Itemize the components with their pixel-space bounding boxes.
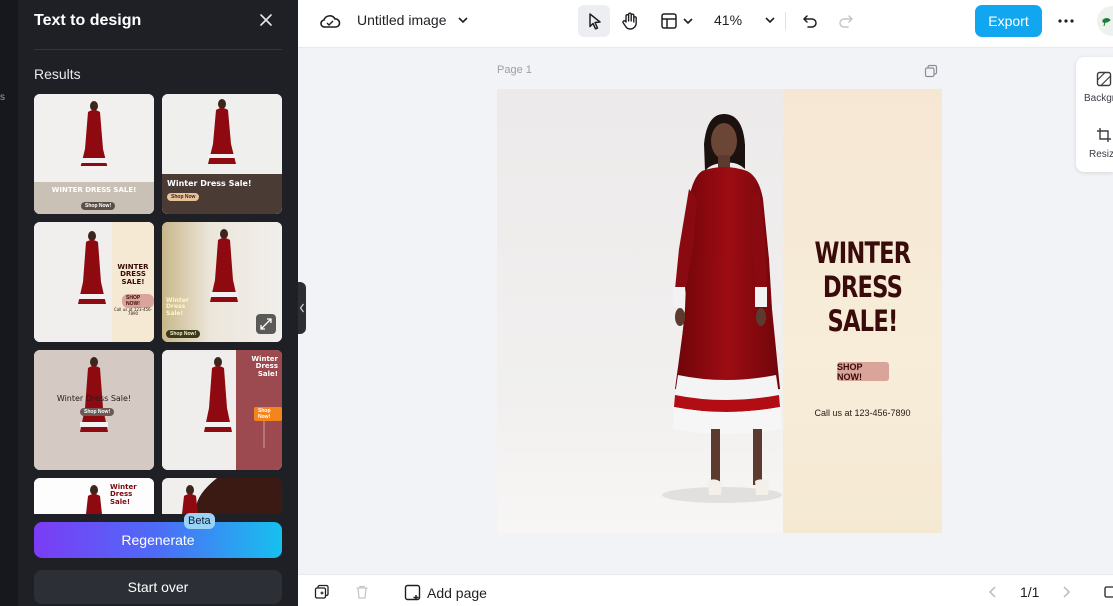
thumbnail-headline: Winter Dress Sale! bbox=[166, 297, 189, 317]
thumbnail-image bbox=[34, 94, 154, 214]
thumbnail-headline: Winter Dress Sale! bbox=[167, 179, 252, 188]
nav-label-fragment: s bbox=[0, 92, 5, 103]
zoom-menu[interactable]: 41% bbox=[714, 12, 776, 28]
thumbnail-button: Shop Now! bbox=[81, 202, 116, 210]
call-text[interactable]: Call us at 123-456-7890 bbox=[783, 408, 942, 418]
close-icon[interactable] bbox=[258, 12, 274, 28]
layout-icon bbox=[661, 13, 677, 29]
thumbnail-headline: WINTER DRESS SALE! bbox=[51, 186, 137, 194]
more-options-icon[interactable] bbox=[1057, 12, 1075, 30]
regenerate-button[interactable]: Regenerate bbox=[34, 522, 282, 558]
add-page-copy-icon[interactable] bbox=[314, 584, 330, 600]
thumbnail-button: Shop Now! bbox=[166, 330, 201, 338]
pointer-icon[interactable] bbox=[586, 12, 604, 30]
expand-icon bbox=[260, 318, 272, 330]
toolbar-divider bbox=[785, 12, 786, 30]
top-toolbar: Untitled image 41% Export bbox=[298, 0, 1113, 48]
thumbnail-headline: Winter Dress Sale! bbox=[110, 483, 137, 506]
thumbnail-image bbox=[162, 478, 282, 514]
add-page-label: Add page bbox=[427, 585, 487, 601]
page-label: Page 1 bbox=[497, 64, 532, 76]
thumbnail-headline: WINTER DRESS SALE! bbox=[117, 263, 149, 286]
page-overview-icon[interactable] bbox=[1104, 585, 1113, 599]
background-icon[interactable] bbox=[1096, 71, 1112, 87]
bottom-bar: Add page 1/1 bbox=[298, 574, 1113, 606]
redo-icon[interactable] bbox=[837, 12, 855, 30]
result-thumbnail-1[interactable]: WINTER DRESS SALE! Shop Now! bbox=[34, 94, 154, 214]
beta-badge: Beta bbox=[184, 513, 215, 529]
results-grid: WINTER DRESS SALE! Shop Now! Winter Dres… bbox=[34, 94, 284, 514]
start-over-button[interactable]: Start over bbox=[34, 570, 282, 604]
thumbnail-button: SHOP NOW! bbox=[122, 294, 154, 308]
thumbnail-call: Call us at 123-456-7890 bbox=[113, 307, 153, 317]
result-thumbnail-2[interactable]: Winter Dress Sale! Shop Now bbox=[162, 94, 282, 214]
chevron-left-icon bbox=[299, 303, 304, 313]
results-heading: Results bbox=[34, 66, 81, 82]
start-over-label: Start over bbox=[127, 579, 189, 595]
headline-line-2: DRESS bbox=[822, 269, 903, 304]
avatar[interactable] bbox=[1097, 6, 1113, 36]
page-counter: 1/1 bbox=[1020, 584, 1040, 600]
zoom-level: 41% bbox=[714, 12, 743, 28]
result-thumbnail-3[interactable]: WINTER DRESS SALE! SHOP NOW! Call us at … bbox=[34, 222, 154, 342]
thumbnail-button: Shop Now bbox=[167, 193, 200, 201]
chevron-down-icon bbox=[683, 18, 693, 25]
right-tools-panel: Backgr Resiz bbox=[1076, 57, 1113, 172]
result-thumbnail-6[interactable]: Winter Dress Sale! Shop Now! bbox=[162, 350, 282, 470]
chevron-down-icon bbox=[765, 17, 775, 24]
export-button[interactable]: Export bbox=[975, 5, 1042, 37]
design-artboard[interactable]: WINTER DRESS SALE! SHOP NOW! Call us at … bbox=[497, 89, 942, 533]
thumbnail-button: Shop Now! bbox=[254, 407, 282, 421]
cloud-sync-icon[interactable] bbox=[319, 12, 341, 30]
headline[interactable]: WINTER DRESS SALE! bbox=[800, 236, 924, 339]
avatar-leaf-icon bbox=[1102, 18, 1111, 27]
regenerate-label: Regenerate bbox=[121, 532, 195, 548]
chevron-down-icon bbox=[457, 17, 468, 24]
thumbnail-headline: Winter Dress Sale! bbox=[56, 394, 132, 403]
left-nav-strip: s bbox=[0, 0, 18, 606]
resize-label[interactable]: Resiz bbox=[1089, 149, 1113, 160]
duplicate-page-icon[interactable] bbox=[924, 64, 938, 78]
shop-now-button[interactable]: SHOP NOW! bbox=[837, 362, 889, 382]
headline-line-3: SALE! bbox=[827, 303, 898, 338]
result-thumbnail-8[interactable] bbox=[162, 478, 282, 514]
add-page-button[interactable]: Add page bbox=[404, 584, 487, 602]
expand-preview-button[interactable] bbox=[256, 314, 276, 334]
layout-menu[interactable] bbox=[660, 12, 694, 30]
text-to-design-panel: Text to design Results WINTER DRESS SALE… bbox=[18, 0, 298, 606]
next-page-icon[interactable] bbox=[1059, 585, 1073, 599]
result-thumbnail-7[interactable]: Winter Dress Sale! bbox=[34, 478, 154, 514]
panel-title: Text to design bbox=[34, 12, 142, 29]
result-thumbnail-5[interactable]: Winter Dress Sale! Shop Now! bbox=[34, 350, 154, 470]
add-page-icon bbox=[404, 584, 421, 601]
resize-icon[interactable] bbox=[1096, 127, 1112, 143]
panel-divider bbox=[34, 49, 282, 50]
export-label: Export bbox=[988, 13, 1029, 29]
document-title-menu[interactable]: Untitled image bbox=[357, 12, 469, 28]
headline-line-1: WINTER bbox=[814, 236, 912, 270]
document-title: Untitled image bbox=[357, 12, 447, 28]
undo-icon[interactable] bbox=[801, 12, 819, 30]
thumbnail-button: Shop Now! bbox=[80, 408, 115, 416]
collapse-panel-handle[interactable] bbox=[298, 282, 306, 334]
result-thumbnail-4[interactable]: Winter Dress Sale! Shop Now! bbox=[162, 222, 282, 342]
hand-tool-icon[interactable] bbox=[620, 11, 640, 31]
thumbnail-headline: Winter Dress Sale! bbox=[251, 355, 278, 378]
delete-page-icon[interactable] bbox=[354, 584, 370, 600]
background-label[interactable]: Backgr bbox=[1084, 93, 1113, 104]
previous-page-icon[interactable] bbox=[986, 585, 1000, 599]
